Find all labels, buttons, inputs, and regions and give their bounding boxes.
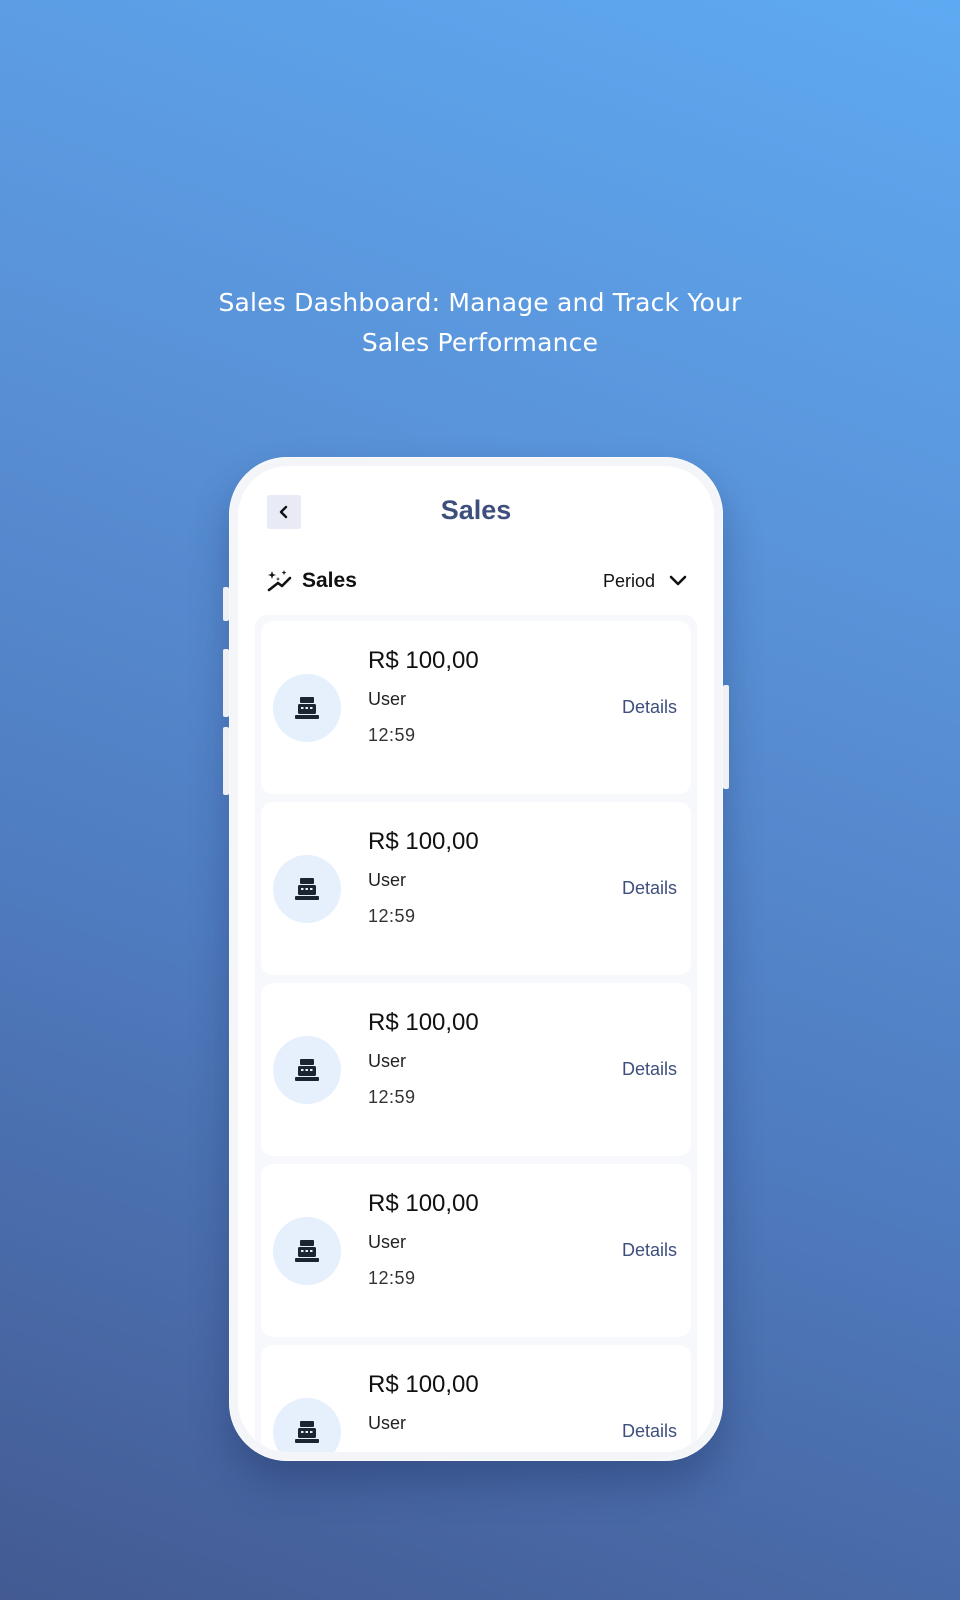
- sale-user: User: [368, 870, 407, 890]
- period-dropdown-label: Period: [602, 570, 655, 591]
- headline-line-2: Sales Performance: [361, 328, 599, 357]
- cash-register-icon: [295, 878, 319, 900]
- details-link[interactable]: Details: [622, 1240, 677, 1261]
- phone-volume-up-button: [223, 649, 229, 717]
- sale-time: 12:59: [368, 906, 416, 926]
- phone-silent-switch: [223, 587, 229, 621]
- period-dropdown[interactable]: Period: [603, 571, 687, 592]
- chevron-down-icon: [669, 575, 687, 586]
- cash-register-icon: [295, 697, 319, 719]
- phone-volume-down-button: [223, 727, 229, 795]
- page-title: Sales: [440, 495, 512, 525]
- sale-card[interactable]: R$ 100,00 User 12:59 Details: [261, 802, 691, 975]
- sales-list[interactable]: R$ 100,00 User 12:59 Details R$ 100,00 U…: [255, 615, 697, 1452]
- details-link[interactable]: Details: [622, 697, 677, 718]
- cash-register-icon: [295, 1240, 319, 1262]
- sale-amount: R$ 100,00: [368, 1009, 479, 1036]
- sale-amount: R$ 100,00: [368, 1371, 479, 1398]
- sale-user: User: [368, 689, 407, 709]
- sales-toolbar: Sales Period: [265, 564, 687, 598]
- details-link[interactable]: Details: [622, 1421, 677, 1442]
- cash-register-icon: [295, 1059, 319, 1081]
- phone-mockup: Sales Sales Period R$ 100,00 User 12:59 …: [223, 457, 729, 1461]
- sale-user: User: [368, 1051, 407, 1071]
- sale-amount: R$ 100,00: [368, 1190, 479, 1217]
- marketing-headline: Sales Dashboard: Manage and Track Your S…: [0, 283, 960, 363]
- sale-amount: R$ 100,00: [368, 647, 479, 674]
- sale-user: User: [368, 1232, 407, 1252]
- sale-icon-container: [273, 674, 341, 742]
- sale-time: 12:59: [368, 725, 416, 745]
- sale-time: 12:59: [368, 1268, 416, 1288]
- phone-power-button: [723, 685, 729, 789]
- sale-card[interactable]: R$ 100,00 User Details: [261, 1345, 691, 1452]
- sparkles-icon: [267, 570, 292, 592]
- sale-card[interactable]: R$ 100,00 User 12:59 Details: [261, 983, 691, 1156]
- app-header: Sales: [238, 466, 714, 544]
- sale-icon-container: [273, 1217, 341, 1285]
- details-link[interactable]: Details: [622, 878, 677, 899]
- sale-amount: R$ 100,00: [368, 828, 479, 855]
- sale-icon-container: [273, 1398, 341, 1452]
- details-link[interactable]: Details: [622, 1059, 677, 1080]
- sale-time: 12:59: [368, 1087, 416, 1107]
- phone-screen: Sales Sales Period R$ 100,00 User 12:59 …: [238, 466, 714, 1452]
- section-header: Sales: [265, 568, 357, 594]
- sale-user: User: [368, 1413, 407, 1433]
- sale-icon-container: [273, 1036, 341, 1104]
- sale-card[interactable]: R$ 100,00 User 12:59 Details: [261, 1164, 691, 1337]
- section-title: Sales: [302, 569, 357, 592]
- sale-card[interactable]: R$ 100,00 User 12:59 Details: [261, 621, 691, 794]
- sale-icon-container: [273, 855, 341, 923]
- cash-register-icon: [295, 1421, 319, 1443]
- headline-line-1: Sales Dashboard: Manage and Track Your: [218, 288, 742, 317]
